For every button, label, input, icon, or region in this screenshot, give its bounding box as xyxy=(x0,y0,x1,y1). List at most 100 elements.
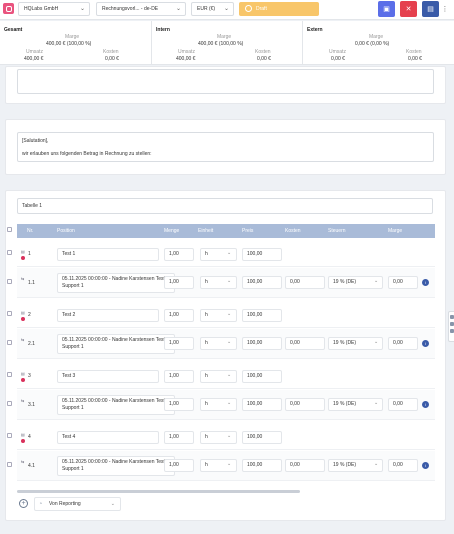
kosten-input[interactable]: 0,00 xyxy=(285,276,325,289)
previous-text-editor[interactable] xyxy=(17,69,434,94)
position-input[interactable]: 05.11.2025 00:00:00 - Nadine Karstensen … xyxy=(57,273,175,293)
drag-handle-icon[interactable]: ▤ xyxy=(21,371,26,376)
kosten-input[interactable]: 0,00 xyxy=(285,459,325,472)
template-select[interactable]: Rechnungsvorl... - de-DE ⌄ xyxy=(96,2,186,16)
position-input[interactable]: Test 1 xyxy=(57,248,159,261)
cancel-button[interactable]: ✕ xyxy=(400,1,417,17)
info-icon[interactable]: i xyxy=(422,462,429,469)
table-row[interactable]: ▤ 3 Test 3 1,00 h ⌄ 100,00 xyxy=(7,364,435,389)
intro-text-editor[interactable]: [Salutation], wir erlauben uns folgenden… xyxy=(17,132,434,162)
kosten-input[interactable]: 0,00 xyxy=(285,337,325,350)
menge-input[interactable]: 1,00 xyxy=(164,248,194,261)
col-marge: Marge xyxy=(388,228,403,234)
einheit-select[interactable]: h xyxy=(200,398,237,411)
row-checkbox[interactable] xyxy=(7,433,12,438)
preis-input[interactable]: 100,00 xyxy=(242,337,282,350)
table-row[interactable]: ⇆ 2.1 05.11.2025 00:00:00 - Nadine Karst… xyxy=(7,329,435,359)
row-checkbox[interactable] xyxy=(7,340,12,345)
menge-input[interactable]: 1,00 xyxy=(164,337,194,350)
info-icon[interactable]: i xyxy=(422,279,429,286)
preis-input[interactable]: 100,00 xyxy=(242,431,282,444)
status-badge[interactable]: Draft xyxy=(239,2,319,16)
horizontal-scrollbar[interactable] xyxy=(17,490,300,493)
preis-input[interactable]: 100,00 xyxy=(242,276,282,289)
einheit-value: h xyxy=(205,312,208,318)
table-row[interactable]: ⇆ 1.1 05.11.2025 00:00:00 - Nadine Karst… xyxy=(7,268,435,298)
preis-input[interactable]: 100,00 xyxy=(242,248,282,261)
marge-input[interactable]: 0,00 xyxy=(388,276,418,289)
preis-input[interactable]: 100,00 xyxy=(242,309,282,322)
menge-input[interactable]: 1,00 xyxy=(164,459,194,472)
einheit-select[interactable]: h xyxy=(200,276,237,289)
company-select[interactable]: HQLabs GmbH ⌄ xyxy=(18,2,90,16)
summary-extern: Extern Marge 0,00 € (0,00 %) Umsatz 0,00… xyxy=(302,21,454,65)
marge-input[interactable]: 0,00 xyxy=(388,337,418,350)
marge-input[interactable]: 0,00 xyxy=(388,398,418,411)
row-checkbox[interactable] xyxy=(7,372,12,377)
row-checkbox[interactable] xyxy=(7,401,12,406)
chevron-down-icon: ⌄ xyxy=(227,250,232,256)
menge-input[interactable]: 1,00 xyxy=(164,370,194,383)
drag-handle-icon[interactable]: ⇆ xyxy=(21,337,26,342)
menge-input[interactable]: 1,00 xyxy=(164,398,194,411)
add-source-select[interactable]: ◔ Von Reporting ⌄ xyxy=(34,497,121,511)
row-checkbox[interactable] xyxy=(7,462,12,467)
preis-input[interactable]: 100,00 xyxy=(242,370,282,383)
side-panel-tab[interactable] xyxy=(448,311,454,342)
position-input[interactable]: Test 4 xyxy=(57,431,159,444)
menge-input[interactable]: 1,00 xyxy=(164,309,194,322)
preis-input[interactable]: 100,00 xyxy=(242,459,282,472)
table-name-input[interactable]: Tabelle 1 xyxy=(17,198,433,214)
info-icon[interactable]: i xyxy=(422,401,429,408)
drag-handle-icon[interactable]: ▤ xyxy=(21,432,26,437)
table-row[interactable]: ▤ 2 Test 2 1,00 h ⌄ 100,00 xyxy=(7,303,435,328)
drag-handle-icon[interactable]: ▤ xyxy=(21,310,26,315)
select-all-checkbox[interactable] xyxy=(7,227,12,232)
kosten-input[interactable]: 0,00 xyxy=(285,398,325,411)
preis-input[interactable]: 100,00 xyxy=(242,398,282,411)
table-row[interactable]: ▤ 4 Test 4 1,00 h ⌄ 100,00 xyxy=(7,425,435,450)
einheit-select[interactable]: h xyxy=(200,431,237,444)
table-row[interactable]: ⇆ 4.1 05.11.2025 00:00:00 - Nadine Karst… xyxy=(7,451,435,481)
save-button[interactable]: ▣ xyxy=(378,1,395,17)
previous-text-card xyxy=(5,66,446,104)
einheit-value: h xyxy=(205,279,208,285)
row-checkbox[interactable] xyxy=(7,279,12,284)
menge-input[interactable]: 1,00 xyxy=(164,431,194,444)
kosten-label: Kosten xyxy=(255,49,271,55)
drag-handle-icon[interactable]: ⇆ xyxy=(21,459,26,464)
einheit-select[interactable]: h xyxy=(200,248,237,261)
marge-input[interactable]: 0,00 xyxy=(388,459,418,472)
more-vertical-icon: ⋮ xyxy=(441,6,449,13)
position-input[interactable]: 05.11.2025 00:00:00 - Nadine Karstensen … xyxy=(57,334,175,354)
position-input[interactable]: 05.11.2025 00:00:00 - Nadine Karstensen … xyxy=(57,456,175,476)
menge-input[interactable]: 1,00 xyxy=(164,276,194,289)
drag-handle-icon[interactable]: ⇆ xyxy=(21,398,26,403)
salutation-line: [Salutation], xyxy=(22,138,49,144)
position-input[interactable]: Test 2 xyxy=(57,309,159,322)
reporting-icon: ◔ xyxy=(39,501,43,507)
position-input[interactable]: 05.11.2025 00:00:00 - Nadine Karstensen … xyxy=(57,395,175,415)
row-checkbox[interactable] xyxy=(7,311,12,316)
einheit-select[interactable]: h xyxy=(200,309,237,322)
info-icon[interactable]: i xyxy=(422,340,429,347)
table-row[interactable]: ▤ 1 Test 1 1,00 h ⌄ 100,00 xyxy=(7,242,435,267)
position-input[interactable]: Test 3 xyxy=(57,370,159,383)
table-row[interactable]: ⇆ 3.1 05.11.2025 00:00:00 - Nadine Karst… xyxy=(7,390,435,420)
umsatz-value: 0,00 € xyxy=(331,56,345,62)
einheit-select[interactable]: h xyxy=(200,337,237,350)
drag-handle-icon[interactable]: ⇆ xyxy=(21,276,26,281)
row-checkbox[interactable] xyxy=(7,250,12,255)
col-kosten: Kosten xyxy=(285,228,301,234)
status-dot xyxy=(21,439,25,443)
drag-handle-icon[interactable]: ▤ xyxy=(21,249,26,254)
umsatz-value: 400,00 € xyxy=(24,56,44,62)
einheit-select[interactable]: h xyxy=(200,459,237,472)
einheit-select[interactable]: h xyxy=(200,370,237,383)
einheit-value: h xyxy=(205,401,208,407)
more-menu-button[interactable]: ⋮ xyxy=(440,1,450,17)
add-row-button[interactable]: + xyxy=(19,499,28,508)
comment-button[interactable]: ▤ xyxy=(422,1,439,17)
currency-select[interactable]: EUR (€) ⌄ xyxy=(191,2,234,16)
marge-label: Marge xyxy=(217,34,232,40)
